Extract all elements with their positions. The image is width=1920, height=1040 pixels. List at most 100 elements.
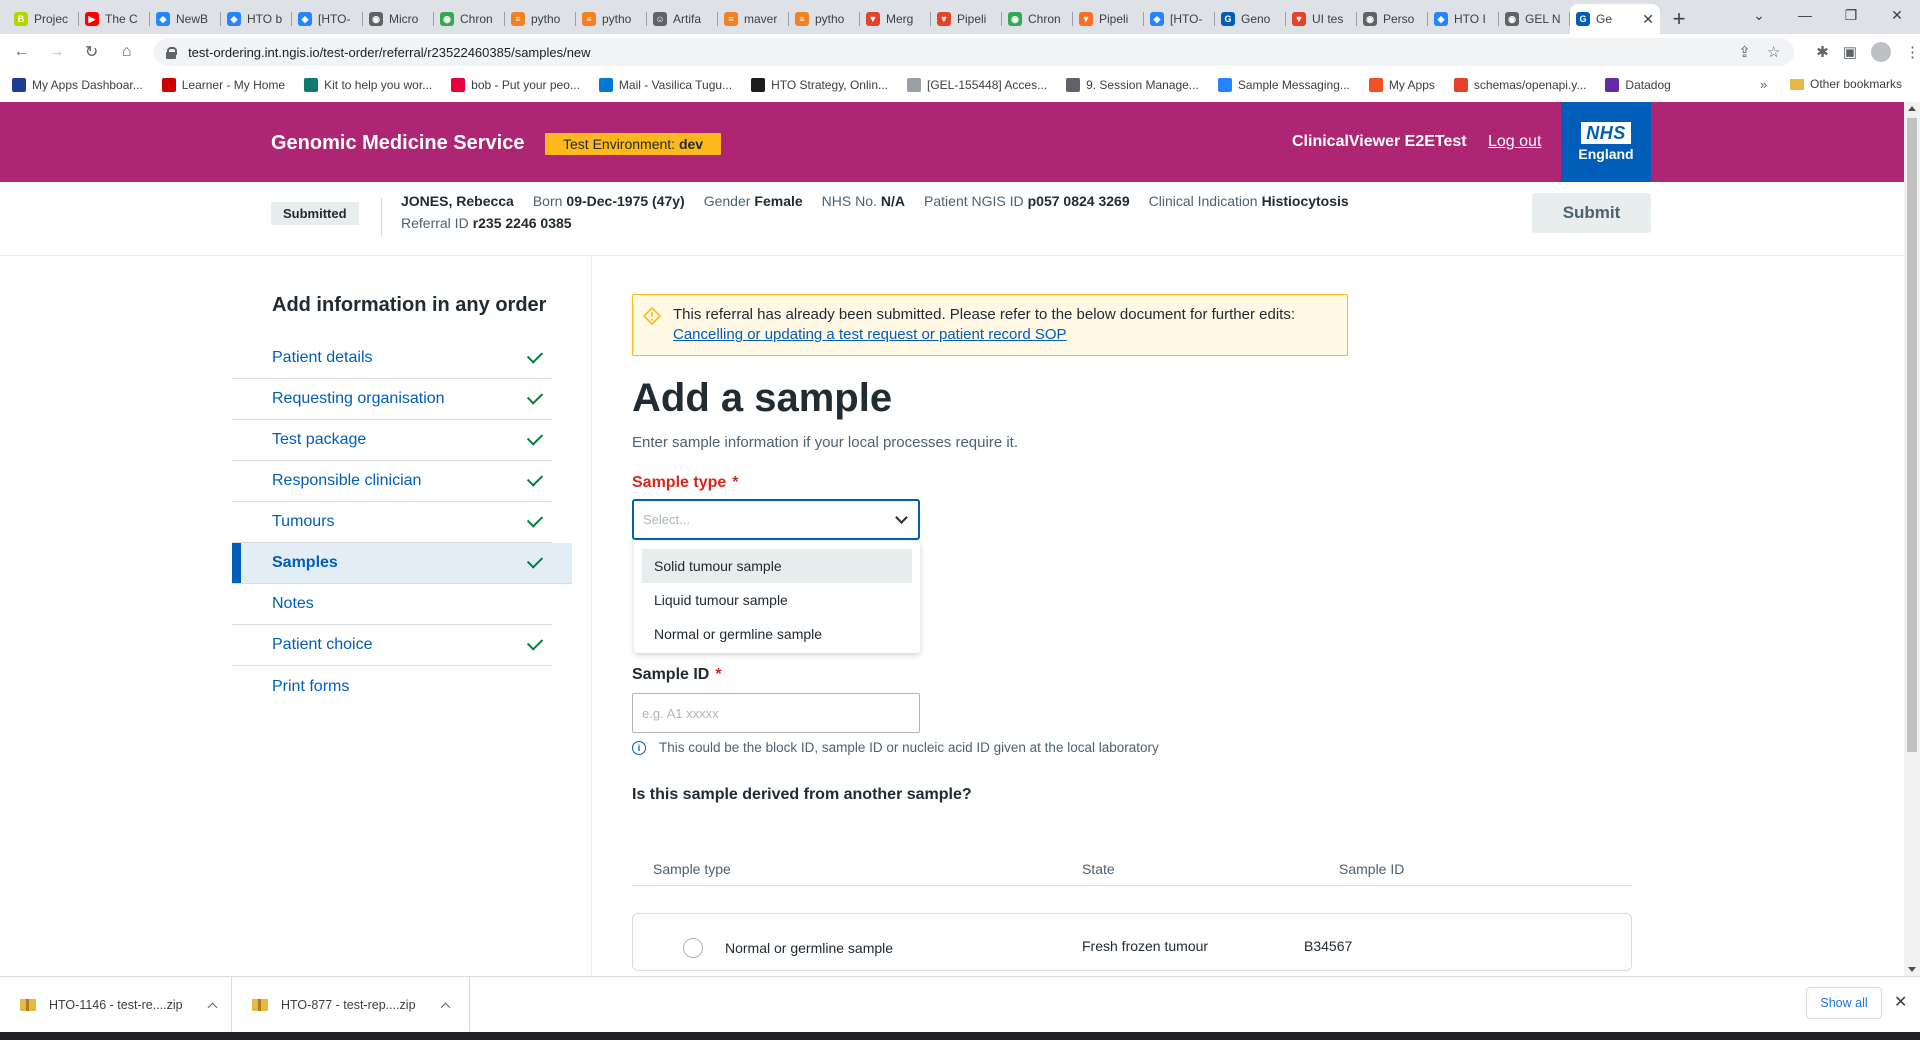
chevron-up-icon[interactable]	[440, 1002, 450, 1012]
new-tab-button[interactable]: +	[1664, 4, 1694, 34]
close-window-button[interactable]: ✕	[1874, 0, 1920, 30]
bookmark-item[interactable]: Mail - Vasilica Tugu...	[598, 78, 732, 92]
sidebar-step-responsible-clinician[interactable]: Responsible clinician	[232, 461, 552, 502]
bookmark-item[interactable]: [GEL-155448] Acces...	[907, 78, 1047, 92]
browser-tab[interactable]: ▼ Merg	[860, 4, 931, 34]
sample-type-option[interactable]: Normal or germline sample	[642, 617, 912, 651]
scroll-thumb[interactable]	[1907, 118, 1917, 752]
browser-tab[interactable]: ◆ HTO b	[221, 4, 292, 34]
sidebar-step-print-forms[interactable]: Print forms	[232, 666, 552, 707]
show-all-downloads-button[interactable]: Show all	[1806, 987, 1882, 1019]
address-bar[interactable]: test-ordering.int.ngis.io/test-order/ref…	[154, 38, 1795, 66]
sidebar-step-test-package[interactable]: Test package	[232, 420, 552, 461]
page-scrollbar[interactable]	[1904, 102, 1920, 976]
sidebar-step-patient-choice[interactable]: Patient choice	[232, 625, 552, 666]
sidebar-step-notes[interactable]: Notes	[232, 584, 552, 625]
browser-tab[interactable]: ≡ pytho	[576, 4, 647, 34]
env-prefix: Test Environment:	[563, 136, 676, 152]
browser-tab[interactable]: ▼ Pipeli	[1073, 4, 1144, 34]
browser-tab[interactable]: ◆ NewB	[150, 4, 221, 34]
tab-favicon-icon: ≡	[582, 12, 596, 26]
scroll-up-arrow-icon[interactable]	[1908, 106, 1916, 111]
patient-gender: Gender Female	[703, 193, 803, 209]
bookmark-label: My Apps Dashboar...	[32, 78, 143, 92]
close-icon[interactable]: ✕	[1894, 992, 1907, 1012]
minimize-button[interactable]: —	[1782, 0, 1828, 30]
scroll-down-arrow-icon[interactable]	[1908, 967, 1916, 972]
tab-close-icon[interactable]: ✕	[1642, 11, 1654, 28]
browser-tab[interactable]: ◆ [HTO-	[1144, 4, 1215, 34]
submit-button[interactable]: Submit	[1532, 193, 1651, 233]
chevron-up-icon[interactable]	[207, 1002, 218, 1012]
row-sample-id: B34567	[1304, 938, 1353, 954]
bookmark-item[interactable]: Learner - My Home	[161, 78, 285, 92]
browser-tab[interactable]: ≡ pytho	[505, 4, 576, 34]
tab-title: pytho	[602, 12, 632, 26]
download-item[interactable]: HTO-877 - test-rep....zip	[232, 977, 470, 1033]
browser-tab[interactable]: ◉ Perso	[1357, 4, 1428, 34]
browser-tab[interactable]: B Projec	[8, 4, 79, 34]
browser-menu-icon[interactable]: ⋮	[1905, 43, 1920, 61]
extensions-icon[interactable]: ✱	[1816, 43, 1829, 61]
bookmarks-overflow-button[interactable]: »	[1760, 77, 1767, 92]
restore-button[interactable]: ❐	[1828, 0, 1874, 30]
checkmark-icon	[526, 552, 544, 569]
profile-avatar[interactable]	[1871, 42, 1892, 62]
bookmark-item[interactable]: Sample Messaging...	[1217, 78, 1350, 92]
sidebar-step-label: Tumours	[272, 513, 335, 530]
other-bookmarks[interactable]: Other bookmarks	[1790, 77, 1902, 91]
bookmark-item[interactable]: schemas/openapi.y...	[1453, 78, 1586, 92]
tab-title: Pipeli	[1099, 12, 1129, 26]
sample-type-option[interactable]: Liquid tumour sample	[642, 583, 912, 617]
sample-type-option[interactable]: Solid tumour sample	[642, 549, 912, 583]
back-button[interactable]: ←	[8, 38, 35, 66]
parent-sample-radio[interactable]	[683, 938, 703, 958]
browser-tab[interactable]: ▶ The C	[79, 4, 150, 34]
browser-tab[interactable]: ▼ UI tes	[1286, 4, 1357, 34]
bookmark-item[interactable]: My Apps	[1368, 78, 1435, 92]
download-item[interactable]: HTO-1146 - test-re....zip	[0, 977, 232, 1033]
bookmark-item[interactable]: My Apps Dashboar...	[12, 78, 143, 92]
bookmark-item[interactable]: Kit to help you wor...	[304, 78, 432, 92]
sidebar-step-label: Requesting organisation	[272, 390, 445, 407]
sidebar-step-tumours[interactable]: Tumours	[232, 502, 552, 543]
sample-id-input[interactable]	[632, 693, 920, 733]
bookmark-item[interactable]: 9. Session Manage...	[1066, 78, 1199, 92]
browser-tab[interactable]: G Geno	[1215, 4, 1286, 34]
logout-link[interactable]: Log out	[1488, 133, 1541, 151]
browser-tab[interactable]: ≡ maver	[718, 4, 789, 34]
bookmark-star-icon[interactable]: ☆	[1767, 43, 1780, 61]
browser-tab[interactable]: ☺ Artifa	[647, 4, 718, 34]
browser-tab[interactable]: ▼ Pipeli	[931, 4, 1002, 34]
browser-tab[interactable]: ◉ Chron	[1002, 4, 1073, 34]
browser-tab[interactable]: ◆ [HTO-	[292, 4, 363, 34]
tab-title: pytho	[815, 12, 845, 26]
browser-tab-strip: B Projec ▶ The C ◆ NewB ◆ HTO b ◆ [HTO- ◉ Micro ◉ Chr…	[0, 0, 1920, 34]
service-name[interactable]: Genomic Medicine Service	[271, 132, 524, 155]
browser-tab[interactable]: ◉ Micro	[363, 4, 434, 34]
browser-tab[interactable]: ◉ GEL N	[1499, 4, 1570, 34]
alert-text: This referral has already been submitted…	[673, 306, 1295, 323]
browser-tab[interactable]: ◆ HTO I	[1428, 4, 1499, 34]
bookmark-item[interactable]: Datadog	[1605, 78, 1671, 92]
browser-tab[interactable]: ◉ Chron	[434, 4, 505, 34]
reload-button[interactable]: ↻	[78, 38, 105, 66]
tab-search-icon[interactable]: ⌄	[1736, 0, 1782, 30]
side-panel-icon[interactable]: ▣	[1843, 43, 1857, 61]
sidebar-step-label: Notes	[272, 595, 314, 612]
browser-tab-active[interactable]: G Ge ✕	[1570, 4, 1660, 34]
bookmark-item[interactable]: bob - Put your peo...	[451, 78, 580, 92]
sidebar-step-requesting-organisation[interactable]: Requesting organisation	[232, 379, 552, 420]
tab-favicon-icon: ▼	[1079, 12, 1093, 26]
forward-button[interactable]: →	[43, 38, 70, 66]
share-icon[interactable]: ⇪	[1738, 43, 1751, 61]
browser-tab[interactable]: ≡ pytho	[789, 4, 860, 34]
sidebar-step-patient-details[interactable]: Patient details	[232, 338, 552, 379]
table-row[interactable]: Normal or germline sample Fresh frozen t…	[632, 913, 1632, 971]
bookmark-item[interactable]: HTO Strategy, Onlin...	[751, 78, 888, 92]
lock-icon[interactable]	[166, 46, 178, 59]
sample-type-select[interactable]: Select...	[632, 499, 920, 540]
sop-link[interactable]: Cancelling or updating a test request or…	[673, 325, 1295, 345]
home-button[interactable]: ⌂	[113, 38, 140, 66]
sidebar-step-samples[interactable]: Samples	[232, 543, 572, 584]
